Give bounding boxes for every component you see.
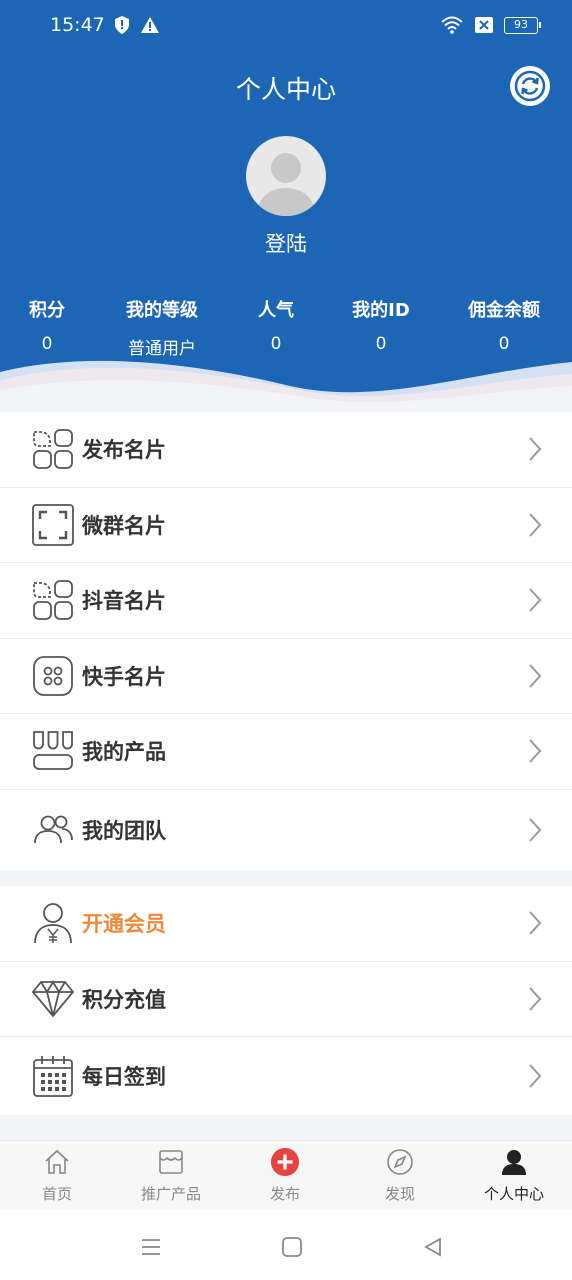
stat-label: 人气: [258, 300, 294, 321]
shield-icon: [115, 16, 129, 34]
chevron-right-icon: [529, 987, 542, 1011]
default-avatar-icon: [258, 153, 314, 216]
product-columns-icon: [30, 728, 76, 774]
stat-label: 佣金余额: [468, 300, 540, 321]
tab-publish[interactable]: 发布: [228, 1141, 342, 1211]
tab-label: 发布: [269, 1185, 300, 1203]
tab-label: 首页: [41, 1185, 72, 1203]
grid-apps-icon: [30, 426, 76, 472]
menu-item-my-products[interactable]: 我的产品: [0, 714, 572, 790]
battery-indicator: 93: [504, 16, 541, 34]
menu-item-daily-checkin[interactable]: 每日签到: [0, 1037, 572, 1115]
scan-frame-icon: [30, 502, 76, 548]
tab-discover[interactable]: 发现: [343, 1141, 457, 1211]
calendar-icon: [30, 1053, 76, 1099]
chevron-right-icon: [529, 664, 542, 688]
menu-label: 抖音名片: [82, 589, 166, 614]
chevron-right-icon: [529, 911, 542, 935]
grid-apps-icon: [30, 577, 76, 623]
menu-label: 微群名片: [82, 513, 166, 538]
menu-item-points-recharge[interactable]: 积分充值: [0, 962, 572, 1037]
chevron-right-icon: [529, 739, 542, 763]
vip-user-icon: [30, 900, 76, 946]
refresh-button[interactable]: [510, 66, 550, 106]
menu-label: 快手名片: [82, 664, 166, 689]
plus-circle-icon: [270, 1147, 300, 1177]
stat-label: 我的等级: [126, 300, 198, 321]
back-nav-button[interactable]: [418, 1232, 448, 1262]
chevron-right-icon: [529, 513, 542, 537]
dots-square-icon: [30, 653, 76, 699]
stat-points[interactable]: 积分 0: [0, 296, 102, 354]
menu-label: 积分充值: [82, 987, 166, 1012]
menu-label: 我的产品: [82, 740, 166, 765]
stat-label: 积分: [29, 300, 65, 321]
bottom-tab-bar: 首页 推广产品 发布 发现 个人中心: [0, 1140, 572, 1210]
header-wave: [0, 360, 572, 412]
page-title: 个人中心: [235, 75, 336, 104]
menu-label: 开通会员: [82, 912, 166, 937]
menu-lines-icon: [142, 1239, 160, 1255]
home-icon: [45, 1149, 69, 1174]
stat-label: 我的ID: [352, 300, 410, 321]
menu-item-kuaishou-card[interactable]: 快手名片: [0, 639, 572, 714]
tab-promote-products[interactable]: 推广产品: [114, 1141, 228, 1211]
menu-item-douyin-card[interactable]: 抖音名片: [0, 563, 572, 639]
menu-group-cards: 发布名片 微群名片 抖音名片 快手名片 我的产品 我的团队: [0, 412, 572, 870]
team-icon: [30, 807, 76, 853]
square-icon: [282, 1237, 302, 1257]
wifi-icon: [441, 16, 463, 34]
diamond-icon: [30, 976, 76, 1022]
tab-profile[interactable]: 个人中心: [457, 1141, 571, 1211]
menu-label: 我的团队: [82, 818, 166, 843]
chevron-right-icon: [529, 588, 542, 612]
menu-item-open-vip[interactable]: 开通会员: [0, 886, 572, 962]
system-navigation-bar: [0, 1210, 572, 1280]
menu-item-my-team[interactable]: 我的团队: [0, 790, 572, 870]
menu-nav-button[interactable]: [136, 1232, 166, 1262]
stat-my-id[interactable]: 我的ID 0: [326, 296, 436, 354]
tab-label: 个人中心: [483, 1185, 544, 1203]
profile-header: 15:47 93 个人中心 登陆 积分 0 我的等级 普通用户 人气 0 我的I…: [0, 0, 572, 412]
menu-label: 每日签到: [82, 1065, 166, 1089]
compass-icon: [387, 1149, 413, 1175]
stat-popularity[interactable]: 人气 0: [221, 296, 331, 354]
avatar[interactable]: [246, 136, 326, 216]
chevron-right-icon: [529, 817, 542, 842]
back-triangle-icon: [424, 1237, 441, 1257]
tab-label: 发现: [384, 1185, 415, 1203]
chevron-right-icon: [529, 1064, 542, 1088]
refresh-icon: [514, 70, 546, 102]
stat-commission[interactable]: 佣金余额 0: [449, 296, 559, 354]
sim-off-icon: [475, 17, 493, 33]
menu-item-publish-card[interactable]: 发布名片: [0, 412, 572, 488]
chevron-right-icon: [529, 437, 542, 461]
menu-item-wechat-group-card[interactable]: 微群名片: [0, 488, 572, 563]
menu-label: 发布名片: [82, 438, 166, 463]
login-link[interactable]: 登陆: [0, 228, 572, 258]
home-nav-button[interactable]: [277, 1232, 307, 1262]
status-bar: 15:47 93: [0, 0, 572, 52]
status-time: 15:47: [50, 14, 105, 36]
tab-home[interactable]: 首页: [0, 1141, 114, 1211]
user-icon: [502, 1150, 526, 1175]
menu-group-account: 开通会员 积分充值 每日签到: [0, 886, 572, 1115]
store-icon: [159, 1150, 183, 1174]
warning-icon: [141, 17, 159, 33]
tab-label: 推广产品: [140, 1185, 201, 1203]
